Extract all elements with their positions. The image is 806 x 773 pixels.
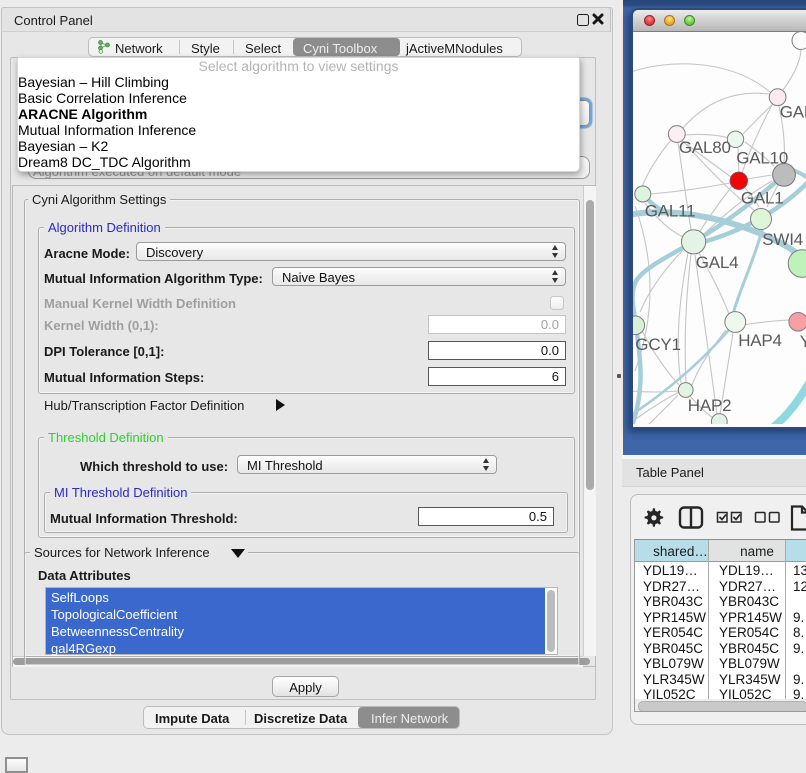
svg-text:HAP4: HAP4 [738,331,782,350]
svg-text:SWI4: SWI4 [762,230,803,249]
svg-text:GAL4: GAL4 [696,253,739,272]
svg-text:Y: Y [800,332,806,351]
svg-text:GAL80: GAL80 [679,138,731,157]
svg-text:GAL10: GAL10 [736,148,788,167]
svg-text:HAP2: HAP2 [688,396,732,415]
svg-text:GAL11: GAL11 [645,202,696,221]
svg-text:GAL1: GAL1 [741,189,784,208]
svg-text:GAL7: GAL7 [780,103,806,122]
svg-text:GCY1: GCY1 [635,335,681,354]
